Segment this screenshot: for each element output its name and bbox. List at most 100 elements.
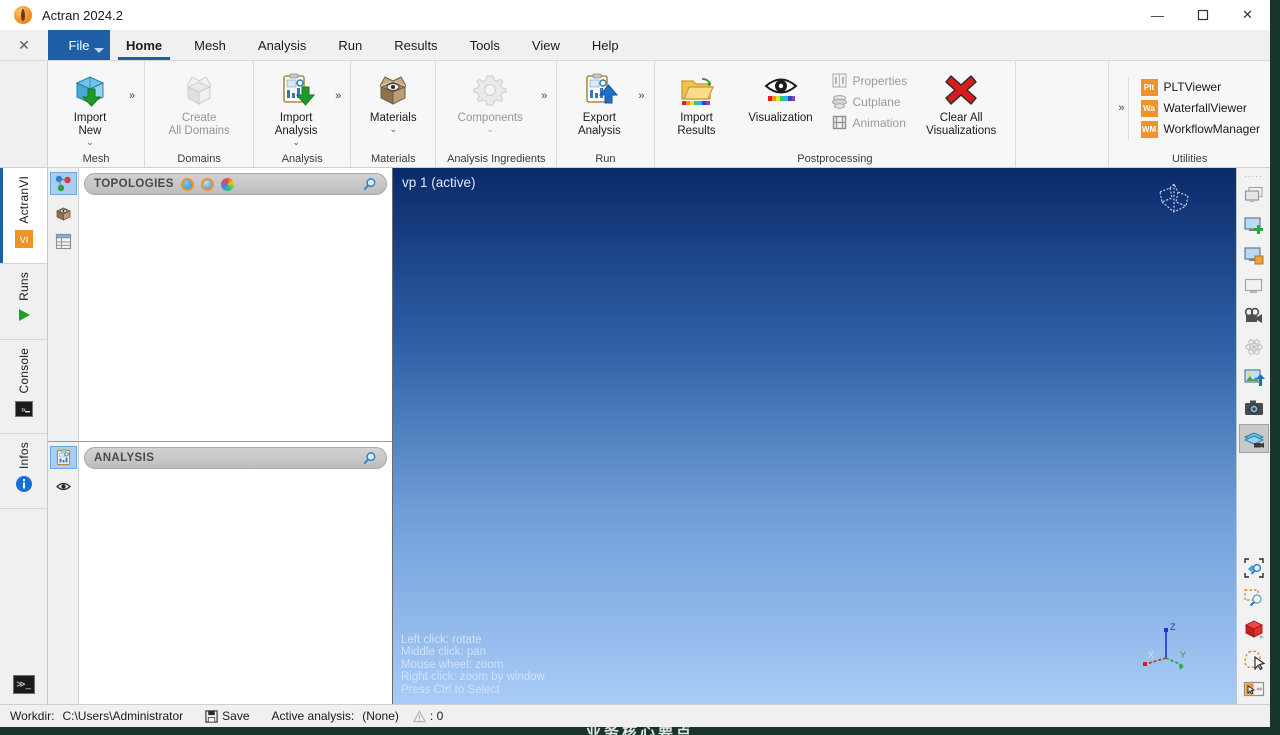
tab-mesh-label: Mesh [194,37,226,53]
materials-button[interactable]: Materials ⌄ [357,65,429,134]
materials-box-icon [379,76,407,105]
close-button[interactable]: ✕ [1225,0,1270,30]
import-analysis-button[interactable]: Import Analysis ⌄ [260,65,332,147]
export-analysis-button[interactable]: Export Analysis [563,65,635,138]
search-icon[interactable] [362,451,377,466]
export-analysis-label: Export Analysis [577,112,621,137]
ribbon-group-run: Export Analysis » Run [557,61,655,167]
properties-button[interactable]: Properties [829,70,914,91]
tab-view[interactable]: View [516,30,576,60]
tab-results[interactable]: Results [378,30,453,60]
visualization-button[interactable]: Visualization [733,65,829,125]
sidebar-item-infos[interactable]: Infos [0,434,47,509]
single-viewport-icon [1244,278,1262,293]
panel-close-stub[interactable]: ✕ [0,30,48,60]
materials-icon-button[interactable] [50,201,77,224]
lasso-select-icon [1243,650,1265,670]
axis-y-label: Y [1180,650,1186,660]
console-prompt-icon[interactable]: ≫_ [12,675,35,694]
animation-settings-button[interactable] [1239,333,1269,362]
node-color-icon[interactable] [180,177,194,191]
ribbon-toolbar: Import New ⌄ » Mesh Create All Domains D… [0,61,1270,168]
sidebar-item-actranvi-label: ActranVI [16,176,31,224]
zoom-window-icon [1243,589,1262,607]
gear-icon [473,75,507,106]
materials-icon [55,207,71,221]
box-select-button[interactable] [1239,614,1269,643]
colormap-icon[interactable] [220,177,234,191]
zoom-selection-button[interactable] [1239,553,1269,582]
chevron-down-icon: ⌄ [486,124,495,134]
warning-status[interactable]: : 0 [412,709,443,723]
analysis-ingredients-expander[interactable]: » [538,90,550,126]
search-icon[interactable] [362,177,377,192]
export-image-button[interactable] [1239,363,1269,392]
viewports-layout-button[interactable] [1239,181,1269,210]
view-frustum-icon[interactable] [1156,182,1192,218]
record-movie-button[interactable] [1239,302,1269,331]
clear-all-visualizations-label: Clear All Visualizations [926,112,997,137]
cutplane-view-button[interactable] [1238,423,1269,454]
sidebar-item-console[interactable]: Console » [0,340,47,434]
element-color-icon[interactable] [200,177,214,191]
topologies-panel: TOPOLOGIES [48,168,392,442]
clear-all-visualizations-button[interactable]: Clear All Visualizations [913,65,1009,138]
waterfall-badge-icon: Wa [1140,99,1158,117]
create-all-domains-button[interactable]: Create All Domains [151,65,247,138]
pltviewer-button[interactable]: Plt PLTViewer [1137,77,1264,98]
table-icon-button[interactable] [50,230,77,253]
viewport-settings-button[interactable] [1239,242,1269,271]
ribbon-group-label-utilities: Utilities [1171,153,1208,165]
import-new-label: Import New [73,112,107,137]
cutplane-button[interactable]: Cutplane [829,91,914,112]
tab-help[interactable]: Help [576,30,635,60]
import-mesh-icon [75,76,105,107]
waterfallviewer-button[interactable]: Wa WaterfallViewer [1137,98,1264,119]
tab-home[interactable]: Home [110,30,178,60]
tab-analysis[interactable]: Analysis [242,30,322,60]
topologies-icon-button[interactable] [49,172,77,195]
analysis-clipboard-icon [56,449,70,466]
visibility-icon [55,482,71,491]
toolbar-grip[interactable]: ····· [1244,172,1264,181]
viewport-help-text: Left click: rotate Middle click: pan Mou… [401,633,545,696]
file-menu-button[interactable]: File [48,30,110,60]
utilities-group-expander[interactable]: » [1115,102,1127,114]
tab-run-label: Run [338,37,363,53]
viewport-3d[interactable]: vp 1 (active) Left click: rotate Middle … [393,168,1236,704]
tab-tools[interactable]: Tools [454,30,516,60]
sidebar-item-runs[interactable]: Runs [0,264,47,341]
plt-badge-icon: Plt [1140,78,1158,96]
workflowmanager-button[interactable]: WM WorkflowManager [1137,119,1264,140]
sidebar-item-actranvi[interactable]: ActranVI VI [0,168,47,264]
properties-icon [831,73,847,88]
import-new-button[interactable]: Import New ⌄ [54,65,126,147]
analysis-group-expander[interactable]: » [332,90,344,126]
lasso-select-button[interactable] [1239,644,1269,673]
run-group-expander[interactable]: » [635,90,647,126]
components-button[interactable]: Components ⌄ [442,65,538,134]
maximize-button[interactable] [1180,0,1225,30]
active-analysis-label: Active analysis: [271,709,355,723]
minimize-button[interactable]: — [1135,0,1180,30]
mesh-group-expander[interactable]: » [126,90,138,126]
screenshot-button[interactable] [1239,394,1269,423]
animation-atoms-icon [1244,339,1263,356]
ribbon-left-spacer [0,61,48,167]
save-button[interactable]: Save [205,709,250,723]
waterfallviewer-label: WaterfallViewer [1163,101,1247,115]
zoom-window-button[interactable] [1239,584,1269,613]
cutplane-camera-icon [1243,432,1264,448]
actran-logo-icon [14,6,32,24]
visibility-icon-button[interactable] [50,475,77,498]
import-results-button[interactable]: Import Results [661,65,733,138]
pick-mode-button[interactable] [1239,675,1269,704]
add-viewport-button[interactable] [1239,211,1269,240]
animation-button[interactable]: Animation [829,112,914,133]
tab-mesh[interactable]: Mesh [178,30,242,60]
analysis-clipboard-icon-button[interactable] [49,446,77,469]
red-cube-icon [1244,620,1264,639]
single-viewport-button[interactable] [1239,272,1269,301]
tab-results-label: Results [394,37,438,53]
tab-run[interactable]: Run [322,30,378,60]
